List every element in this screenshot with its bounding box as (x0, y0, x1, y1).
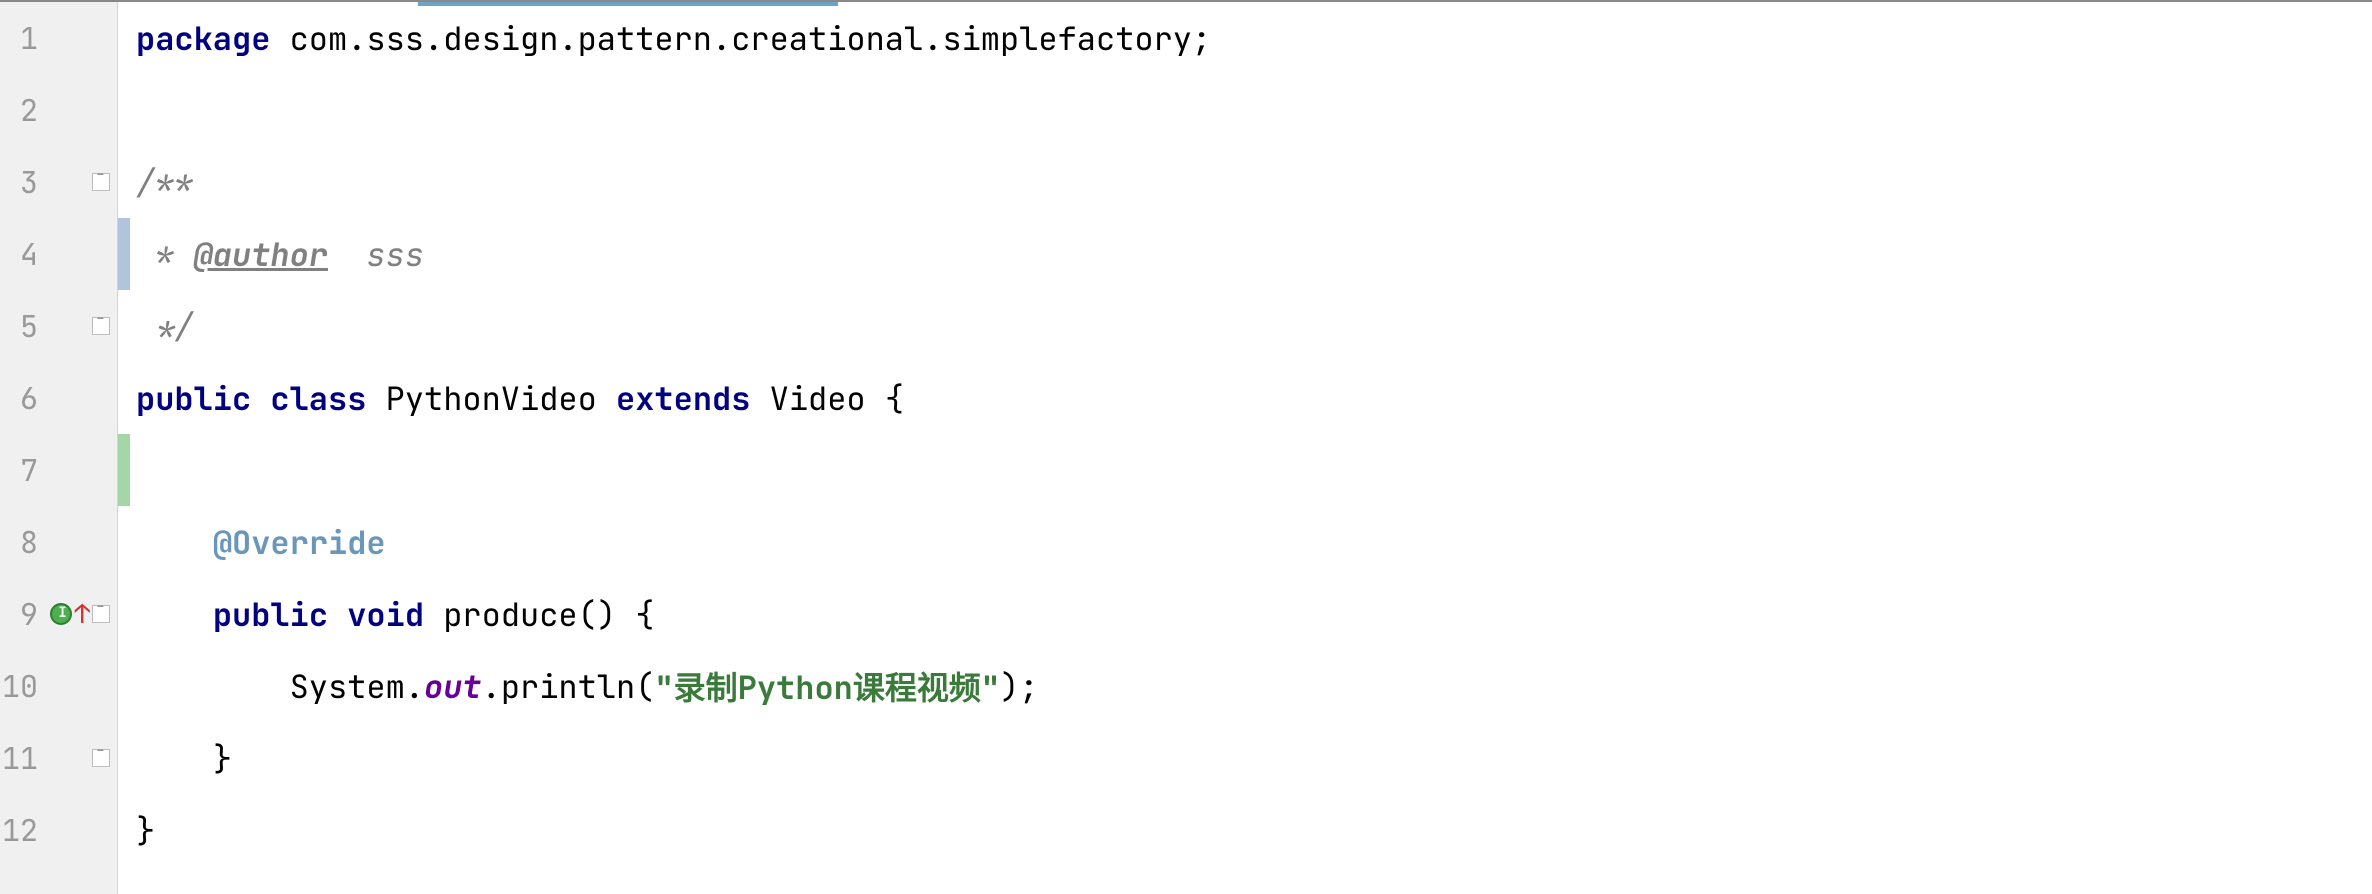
line-number: 5 (0, 306, 42, 346)
line-number: 7 (0, 450, 42, 490)
code-line[interactable] (118, 74, 2372, 146)
gutter-icons: ↑ (42, 601, 114, 627)
code-line[interactable]: */ (118, 290, 2372, 362)
line-number: 11 (0, 738, 42, 778)
gutter-row: 3 (0, 146, 117, 218)
token-comment: */ (136, 305, 194, 348)
gutter-icons (42, 749, 114, 767)
fold-icon[interactable] (92, 317, 110, 335)
line-number: 6 (0, 378, 42, 418)
gutter-row: 2 (0, 74, 117, 146)
token-plain: produce() { (424, 593, 654, 636)
gutter-row: 1 (0, 2, 117, 74)
code-line[interactable]: public class PythonVideo extends Video { (118, 362, 2372, 434)
line-number: 12 (0, 810, 42, 850)
gutter-row: 12 (0, 794, 117, 866)
code-line[interactable]: @Override (118, 506, 2372, 578)
token-string: "录制Python课程视频" (654, 663, 1000, 709)
gutter-row: 9↑ (0, 578, 117, 650)
line-number: 2 (0, 90, 42, 130)
code-editor[interactable]: 123456789↑101112 package com.sss.design.… (0, 0, 2372, 894)
code-line[interactable] (118, 434, 2372, 506)
token-comment: /** (136, 161, 194, 204)
token-doctag: @author (194, 233, 328, 276)
change-marker (118, 218, 130, 290)
gutter-row: 7 (0, 434, 117, 506)
gutter-row: 4 (0, 218, 117, 290)
token-plain: Video { (750, 377, 904, 420)
token-plain: ); (1000, 665, 1038, 708)
gutter-row: 5 (0, 290, 117, 362)
gutter-icons (42, 173, 114, 191)
gutter-row: 6 (0, 362, 117, 434)
line-number: 4 (0, 234, 42, 274)
code-line[interactable]: System.out.println("录制Python课程视频"); (118, 650, 2372, 722)
code-line[interactable]: public void produce() { (118, 578, 2372, 650)
token-plain: .println( (482, 665, 655, 708)
token-comment: * (136, 233, 194, 276)
line-number: 8 (0, 522, 42, 562)
gutter-icons (42, 317, 114, 335)
change-marker (118, 434, 130, 506)
token-kw: package (136, 17, 270, 60)
tab-marker (418, 2, 838, 6)
token-plain: com.sss.design.pattern.creational.simple… (270, 17, 1211, 60)
code-line[interactable]: } (118, 722, 2372, 794)
gutter-row: 11 (0, 722, 117, 794)
code-line[interactable]: package com.sss.design.pattern.creationa… (118, 2, 2372, 74)
up-arrow-icon[interactable]: ↑ (74, 601, 90, 627)
token-annotation: @Override (213, 521, 386, 564)
gutter-row: 10 (0, 650, 117, 722)
fold-icon[interactable] (92, 749, 110, 767)
token-plain: } (213, 737, 232, 780)
token-field: out (424, 665, 482, 708)
override-icon[interactable] (50, 603, 72, 625)
code-line[interactable]: /** (118, 146, 2372, 218)
token-plain: System. (290, 665, 424, 708)
line-number: 3 (0, 162, 42, 202)
gutter-row: 8 (0, 506, 117, 578)
code-line[interactable]: * @author sss (118, 218, 2372, 290)
code-line[interactable]: } (118, 794, 2372, 866)
code-area[interactable]: package com.sss.design.pattern.creationa… (118, 2, 2372, 894)
line-number: 1 (0, 18, 42, 58)
token-kw: public void (213, 593, 424, 636)
token-comment: sss (328, 233, 424, 276)
token-plain: } (136, 809, 155, 852)
line-number: 9 (0, 594, 42, 634)
fold-icon[interactable] (92, 173, 110, 191)
gutter: 123456789↑101112 (0, 2, 118, 894)
token-plain: PythonVideo (366, 377, 616, 420)
line-number: 10 (0, 666, 42, 706)
fold-icon[interactable] (92, 605, 110, 623)
token-kw: extends (616, 377, 750, 420)
token-kw: public class (136, 377, 366, 420)
